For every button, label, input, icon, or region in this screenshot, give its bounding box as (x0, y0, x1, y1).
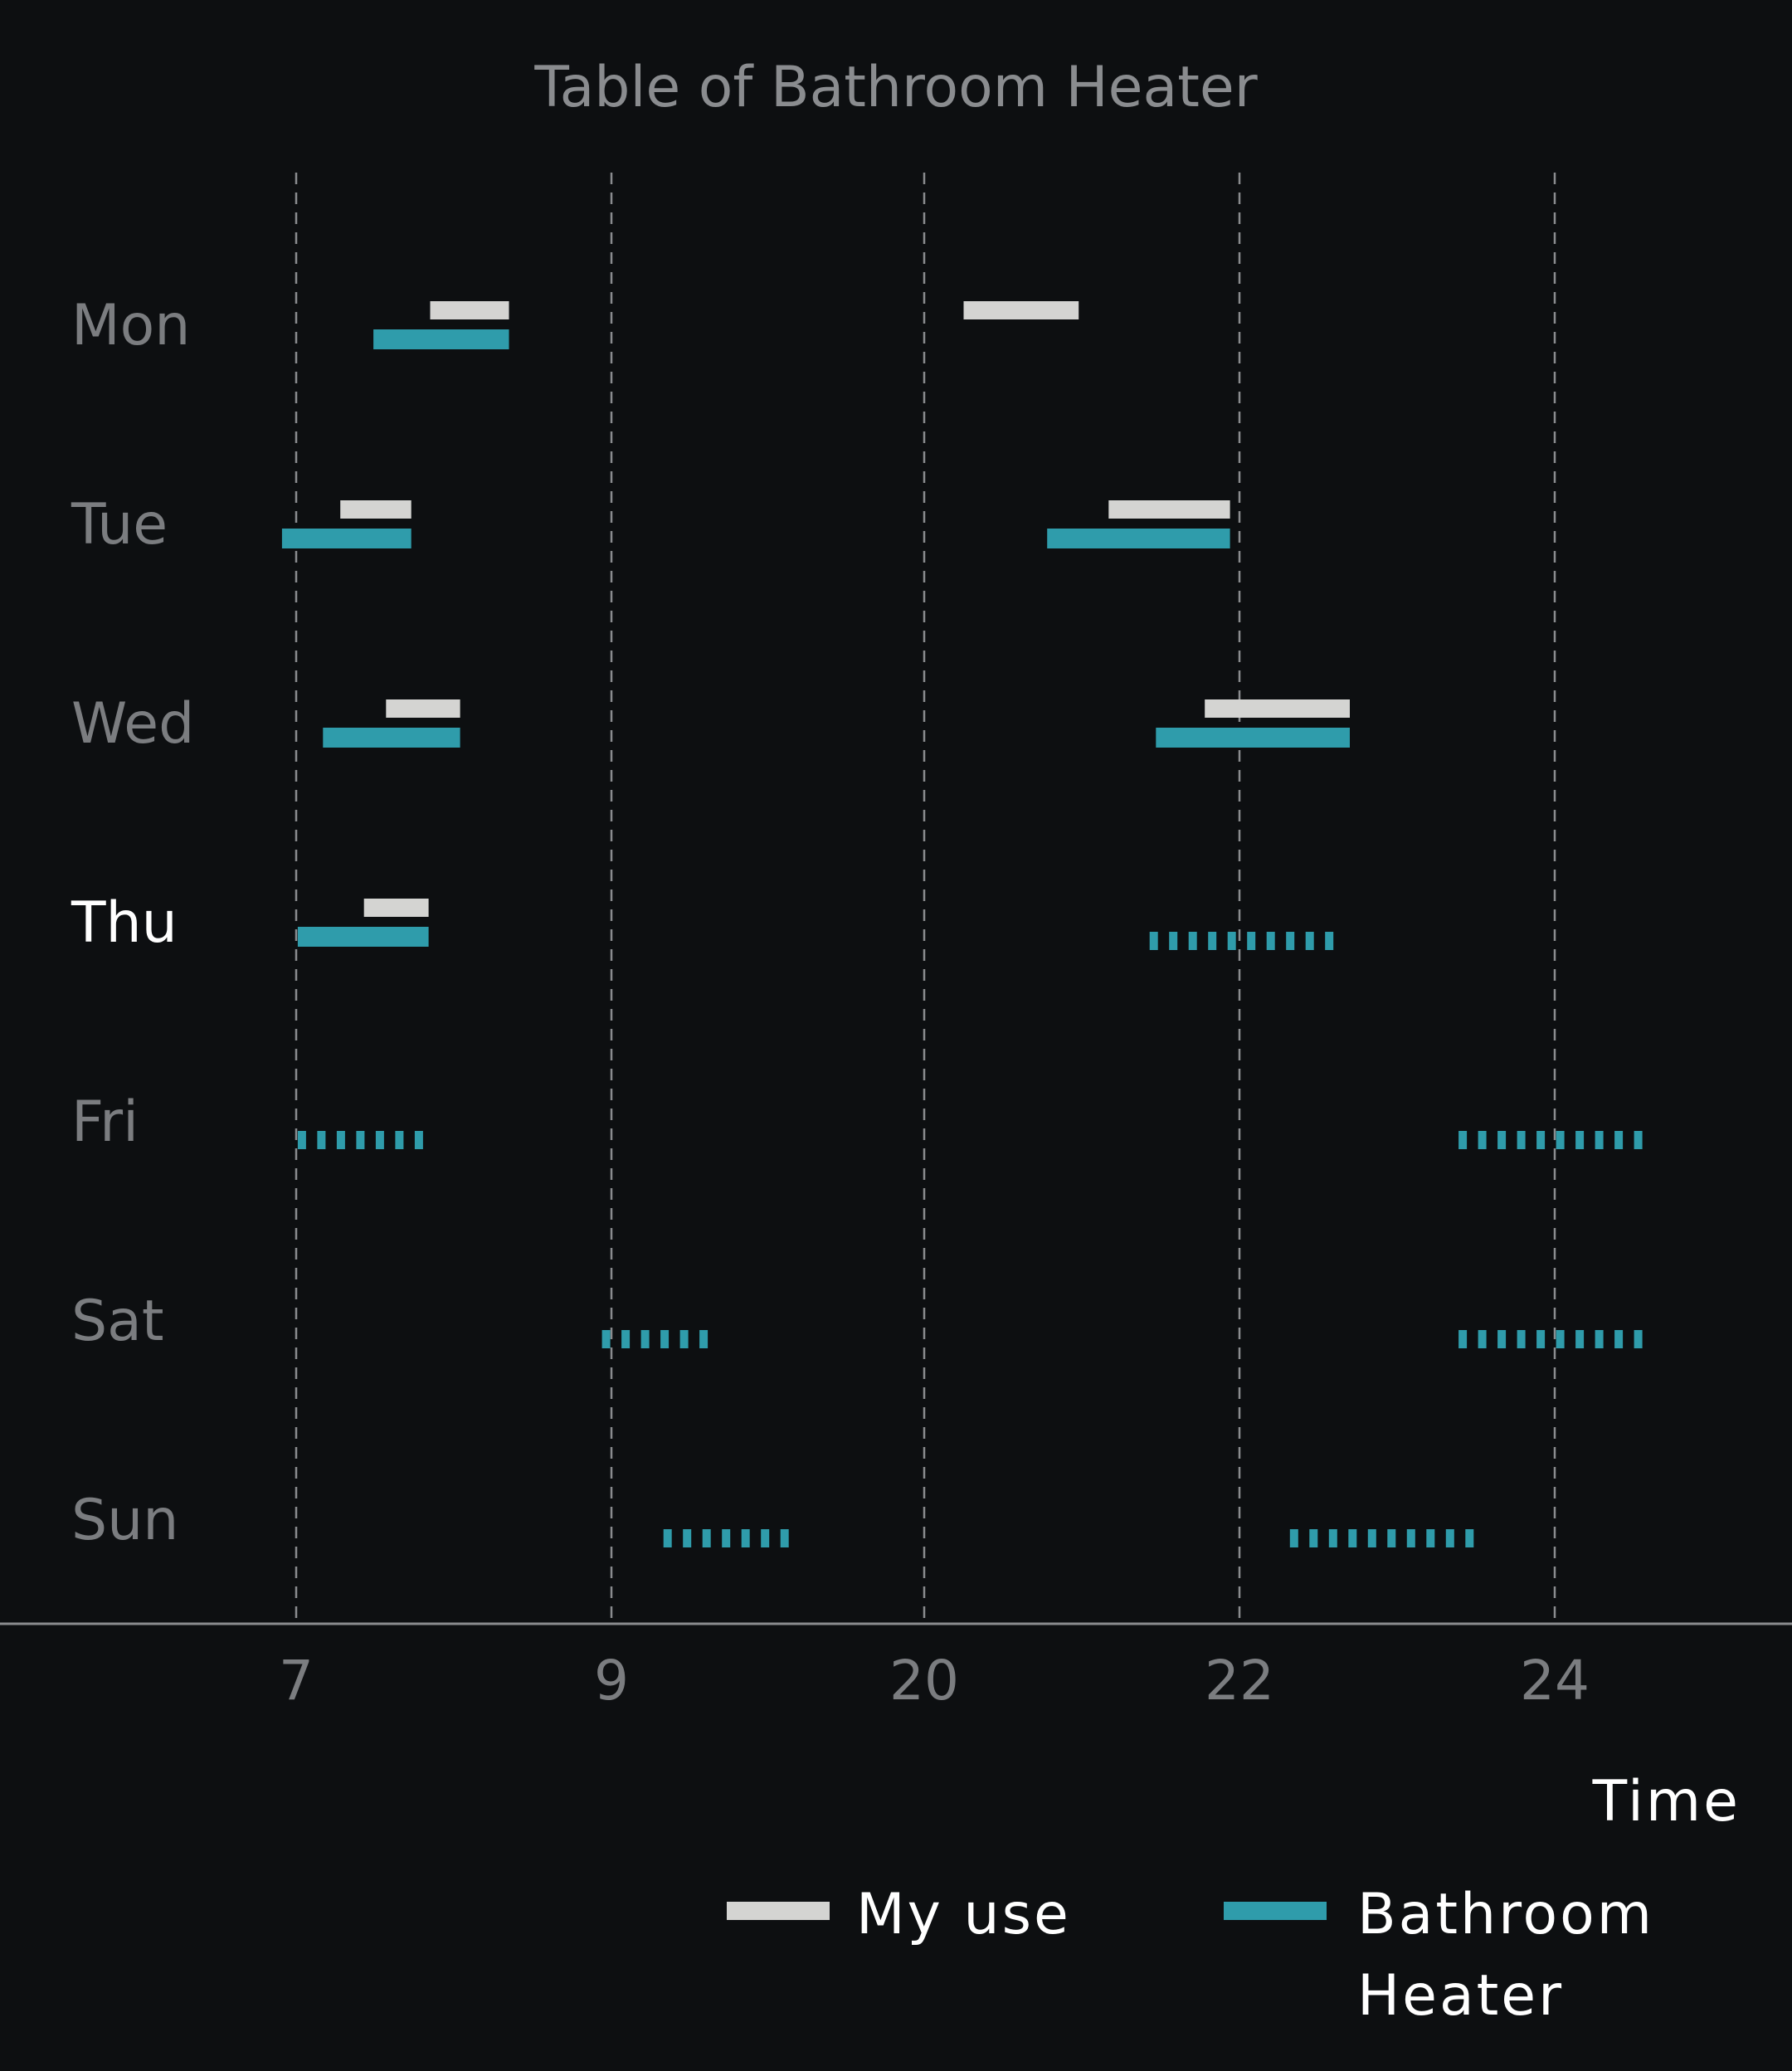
day-label-fri: Fri (71, 1089, 139, 1155)
heater-bar (281, 529, 411, 548)
heater-bar (373, 329, 509, 349)
legend-label: Bathroom (1357, 1882, 1654, 1947)
my-use-bar (363, 899, 429, 917)
x-axis-label: Time (1592, 1769, 1741, 1835)
my-use-bar (1108, 500, 1230, 519)
day-label-wed: Wed (71, 691, 194, 757)
day-label-thu: Thu (71, 890, 178, 956)
x-tick-label: 9 (594, 1649, 629, 1713)
legend-label: Heater (1357, 1963, 1564, 2029)
heater-scheduled-bar (601, 1330, 709, 1348)
chart-title: Table of Bathroom Heater (533, 55, 1257, 120)
x-tick-labels: 7 9 20 22 24 (279, 1649, 1590, 1713)
my-use-bar (963, 301, 1079, 319)
my-use-bar (1205, 699, 1350, 718)
grid-layer (295, 173, 1556, 1624)
legend-swatch-bathroom-heater (1224, 1902, 1327, 1920)
legend-swatch-my-use (727, 1902, 830, 1920)
my-use-bar (340, 500, 411, 519)
heater-bar (1047, 529, 1230, 548)
heater-bar (297, 927, 429, 947)
legend: My use Bathroom Heater (727, 1882, 1654, 2029)
heater-schedule-chart: Table of Bathroom Heater Mon Tue Wed Thu Fri… (0, 55, 1792, 2029)
day-label-tue: Tue (71, 492, 168, 558)
day-label-sat: Sat (71, 1289, 164, 1354)
bars-layer (281, 301, 1643, 1547)
legend-label: My use (856, 1882, 1071, 1947)
heater-scheduled-bar (1289, 1529, 1474, 1547)
x-tick-label: 20 (889, 1649, 959, 1713)
heater-bar (1156, 728, 1350, 748)
x-tick-label: 7 (279, 1649, 314, 1713)
x-tick-label: 22 (1205, 1649, 1274, 1713)
heater-bar (323, 728, 460, 748)
x-tick-label: 24 (1520, 1649, 1590, 1713)
heater-scheduled-bar (1458, 1330, 1643, 1348)
heater-scheduled-bar (1149, 932, 1334, 950)
day-labels: Mon Tue Wed Thu Fri Sat Sun (71, 293, 194, 1553)
day-label-mon: Mon (71, 293, 190, 358)
my-use-bar (386, 699, 460, 718)
my-use-bar (430, 301, 509, 319)
heater-scheduled-bar (663, 1529, 789, 1547)
heater-scheduled-bar (297, 1131, 423, 1149)
day-label-sun: Sun (71, 1488, 178, 1553)
heater-scheduled-bar (1458, 1131, 1643, 1149)
